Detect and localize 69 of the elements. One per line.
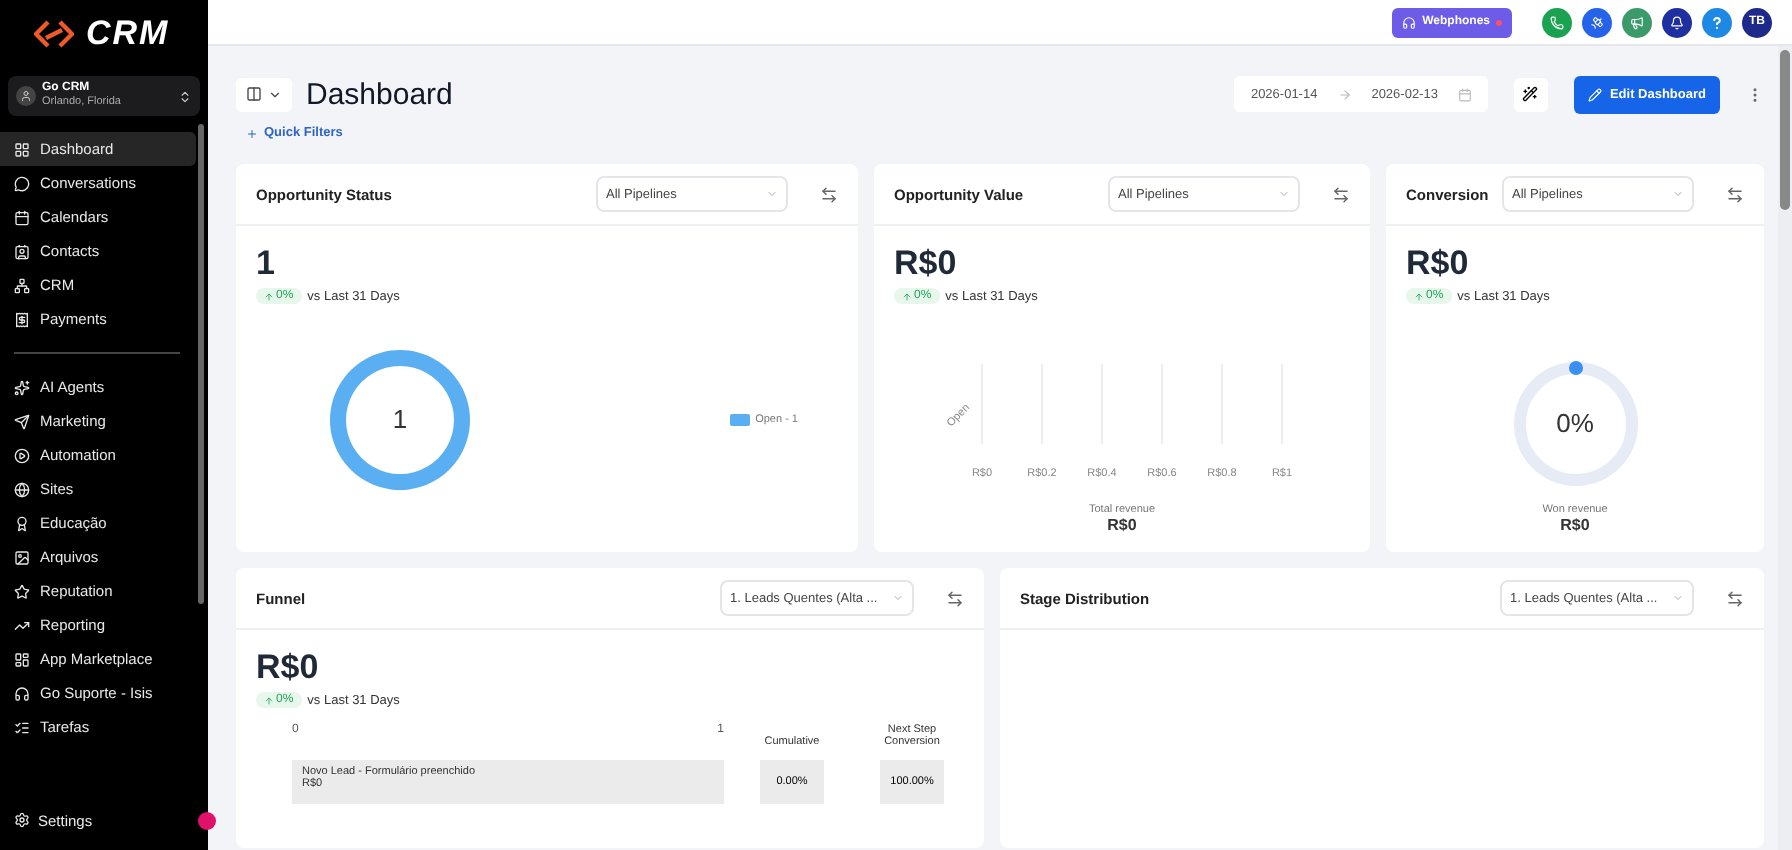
satellite-button[interactable] bbox=[1582, 7, 1612, 37]
donut-center-label: 1 bbox=[390, 403, 410, 433]
legend-swatch bbox=[729, 413, 750, 425]
logo-text: CRM bbox=[86, 14, 170, 54]
play-icon bbox=[14, 447, 30, 463]
award-icon bbox=[14, 515, 30, 531]
megaphone-button[interactable] bbox=[1622, 7, 1652, 37]
total-value: R$0 bbox=[1107, 516, 1137, 534]
settings-icon bbox=[14, 812, 30, 828]
calendar-icon bbox=[1457, 87, 1472, 101]
chevron-down-icon bbox=[1278, 188, 1290, 200]
pencil-icon bbox=[1587, 87, 1602, 101]
chevron-down-icon bbox=[268, 87, 282, 101]
chevron-down-icon bbox=[766, 188, 778, 200]
metric-value: R$0 bbox=[1406, 244, 1471, 284]
chat-icon bbox=[14, 175, 30, 191]
metric-value: R$0 bbox=[256, 648, 321, 688]
contact-icon bbox=[14, 243, 30, 259]
notification-dot bbox=[198, 812, 216, 830]
chevron-down-icon bbox=[892, 592, 904, 604]
calendar-icon bbox=[14, 209, 30, 225]
help-button[interactable] bbox=[1702, 7, 1732, 37]
phone-button[interactable] bbox=[1542, 7, 1572, 37]
star-icon bbox=[14, 583, 30, 599]
headphones-icon bbox=[1402, 15, 1417, 29]
layout-icon bbox=[246, 86, 262, 102]
page-title: Dashboard bbox=[306, 77, 453, 111]
wand-icon bbox=[1522, 86, 1539, 102]
arrow-up-icon bbox=[264, 291, 274, 301]
logo-icon bbox=[34, 20, 74, 48]
swap-icon[interactable] bbox=[820, 185, 838, 203]
metric-value: 1 bbox=[256, 244, 277, 284]
megaphone-icon bbox=[1630, 15, 1644, 29]
metric-value: R$0 bbox=[894, 244, 959, 284]
arrow-up-icon bbox=[902, 291, 912, 301]
swap-icon[interactable] bbox=[946, 589, 964, 607]
arrow-right-icon bbox=[1337, 87, 1352, 101]
donut-ring bbox=[330, 349, 470, 489]
chevron-down-icon bbox=[1672, 188, 1684, 200]
bell-button[interactable] bbox=[1662, 7, 1692, 37]
sparkles-icon bbox=[14, 379, 30, 395]
percent-label: 0% bbox=[1554, 408, 1596, 438]
plus-icon bbox=[246, 127, 258, 139]
swap-icon[interactable] bbox=[1726, 589, 1744, 607]
view-switcher[interactable] bbox=[236, 77, 292, 111]
grid-icon bbox=[14, 141, 30, 157]
phone-icon bbox=[1550, 15, 1564, 29]
swap-icon[interactable] bbox=[1332, 185, 1350, 203]
trend-icon bbox=[14, 617, 30, 633]
magic-button[interactable] bbox=[1513, 77, 1548, 111]
image-icon bbox=[14, 549, 30, 565]
globe-icon bbox=[14, 481, 30, 497]
chevron-down-icon bbox=[1672, 592, 1684, 604]
total-value: R$0 bbox=[1560, 516, 1590, 534]
receipt-icon bbox=[14, 311, 30, 327]
scrollbar[interactable] bbox=[1778, 46, 1792, 850]
swap-icon[interactable] bbox=[1726, 185, 1744, 203]
bell-icon bbox=[1670, 15, 1684, 29]
arrow-up-icon bbox=[1414, 291, 1424, 301]
checklist-icon bbox=[14, 719, 30, 735]
headset-icon bbox=[14, 685, 30, 701]
help-icon bbox=[1710, 15, 1724, 29]
satellite-icon bbox=[1590, 15, 1604, 29]
chevrons-icon bbox=[178, 89, 192, 103]
send-icon bbox=[14, 413, 30, 429]
network-icon bbox=[14, 277, 30, 293]
grid-icon bbox=[14, 651, 30, 667]
status-dot bbox=[1496, 19, 1502, 25]
arrow-up-icon bbox=[264, 695, 274, 705]
